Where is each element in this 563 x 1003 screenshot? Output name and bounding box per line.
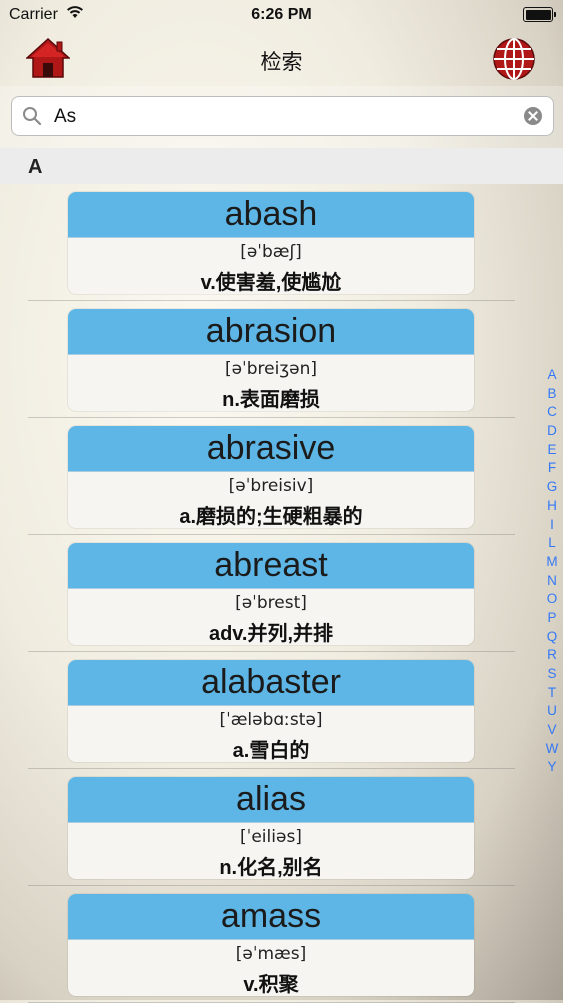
index-letter[interactable]: B (543, 385, 561, 404)
word-title: amass (68, 894, 474, 940)
index-letter[interactable]: H (543, 497, 561, 516)
word-phonetic: [əˈbreisiv] (228, 476, 314, 496)
word-card[interactable]: abreast [əˈbrest] adv.并列,并排 (68, 543, 474, 645)
index-letter[interactable]: C (543, 403, 561, 422)
index-letter[interactable]: R (543, 646, 561, 665)
word-phonetic: [əˈmæs] (235, 944, 307, 964)
word-phonetic: [ˈæləbɑːstə] (219, 710, 323, 730)
search-input[interactable] (52, 102, 516, 132)
word-meaning: v.积聚 (243, 974, 299, 996)
word-title: abrasion (68, 309, 474, 355)
section-letter: A (28, 156, 43, 178)
index-letter[interactable]: S (543, 665, 561, 684)
word-title: abreast (68, 543, 474, 589)
word-title: alias (68, 777, 474, 823)
word-phonetic: [ˈeiliəs] (240, 827, 302, 847)
list-item[interactable]: abrasion [əˈbreiʒən] n.表面磨损 (0, 301, 563, 418)
index-letter[interactable]: O (543, 590, 561, 609)
list-item[interactable]: alabaster [ˈæləbɑːstə] a.雪白的 (0, 652, 563, 769)
word-card[interactable]: abrasive [əˈbreisiv] a.磨损的;生硬粗暴的 (68, 426, 474, 528)
index-letter[interactable]: E (543, 441, 561, 460)
index-letter[interactable]: W (543, 740, 561, 759)
globe-icon (493, 38, 535, 80)
word-card[interactable]: alabaster [ˈæləbɑːstə] a.雪白的 (68, 660, 474, 762)
index-letter[interactable]: U (543, 702, 561, 721)
index-letter[interactable]: F (543, 459, 561, 478)
search-bar (0, 86, 563, 148)
word-meaning: a.磨损的;生硬粗暴的 (179, 506, 363, 528)
section-index[interactable]: A B C D E F G H I L M N O P Q R S T U V … (543, 366, 561, 777)
search-icon (23, 107, 42, 126)
page-title: 检索 (260, 51, 303, 74)
word-card[interactable]: abash [əˈbæʃ] v.使害羞,使尴尬 (68, 192, 474, 294)
word-meaning: v.使害羞,使尴尬 (200, 272, 342, 294)
search-field[interactable] (11, 96, 554, 136)
status-time: 6:26 PM (251, 6, 312, 23)
status-bar: Carrier 6:26 PM (0, 0, 563, 30)
index-letter[interactable]: D (543, 422, 561, 441)
list-item[interactable]: abreast [əˈbrest] adv.并列,并排 (0, 535, 563, 652)
word-phonetic: [əˈbæʃ] (240, 242, 302, 262)
navigation-bar: 检索 (0, 30, 563, 86)
list-item[interactable]: alias [ˈeiliəs] n.化名,别名 (0, 769, 563, 886)
index-letter[interactable]: M (543, 553, 561, 572)
index-letter[interactable]: N (543, 572, 561, 591)
globe-button[interactable] (491, 36, 537, 82)
word-title: abash (68, 192, 474, 238)
word-list: abash [əˈbæʃ] v.使害羞,使尴尬 abrasion [əˈbrei… (0, 184, 563, 1003)
list-item[interactable]: abrasive [əˈbreisiv] a.磨损的;生硬粗暴的 (0, 418, 563, 535)
index-letter[interactable]: A (543, 366, 561, 385)
word-card[interactable]: abrasion [əˈbreiʒən] n.表面磨损 (68, 309, 474, 411)
section-header: A (0, 148, 563, 184)
index-letter[interactable]: L (543, 534, 561, 553)
word-title: abrasive (68, 426, 474, 472)
list-item[interactable]: amass [əˈmæs] v.积聚 (0, 886, 563, 1003)
word-meaning: n.表面磨损 (222, 389, 320, 411)
clear-search-icon[interactable] (524, 107, 542, 125)
index-letter[interactable]: G (543, 478, 561, 497)
index-letter[interactable]: Q (543, 628, 561, 647)
list-item[interactable]: abash [əˈbæʃ] v.使害羞,使尴尬 (0, 184, 563, 301)
index-letter[interactable]: T (543, 684, 561, 703)
index-letter[interactable]: V (543, 721, 561, 740)
index-letter[interactable]: Y (543, 758, 561, 777)
word-phonetic: [əˈbreiʒən] (224, 359, 318, 379)
word-meaning: n.化名,别名 (219, 857, 323, 879)
word-title: alabaster (68, 660, 474, 706)
word-phonetic: [əˈbrest] (235, 593, 307, 613)
word-meaning: adv.并列,并排 (208, 623, 334, 645)
index-letter[interactable]: I (543, 516, 561, 535)
word-card[interactable]: alias [ˈeiliəs] n.化名,别名 (68, 777, 474, 879)
word-card[interactable]: amass [əˈmæs] v.积聚 (68, 894, 474, 996)
index-letter[interactable]: P (543, 609, 561, 628)
battery-icon (523, 7, 556, 22)
word-meaning: a.雪白的 (232, 740, 310, 762)
